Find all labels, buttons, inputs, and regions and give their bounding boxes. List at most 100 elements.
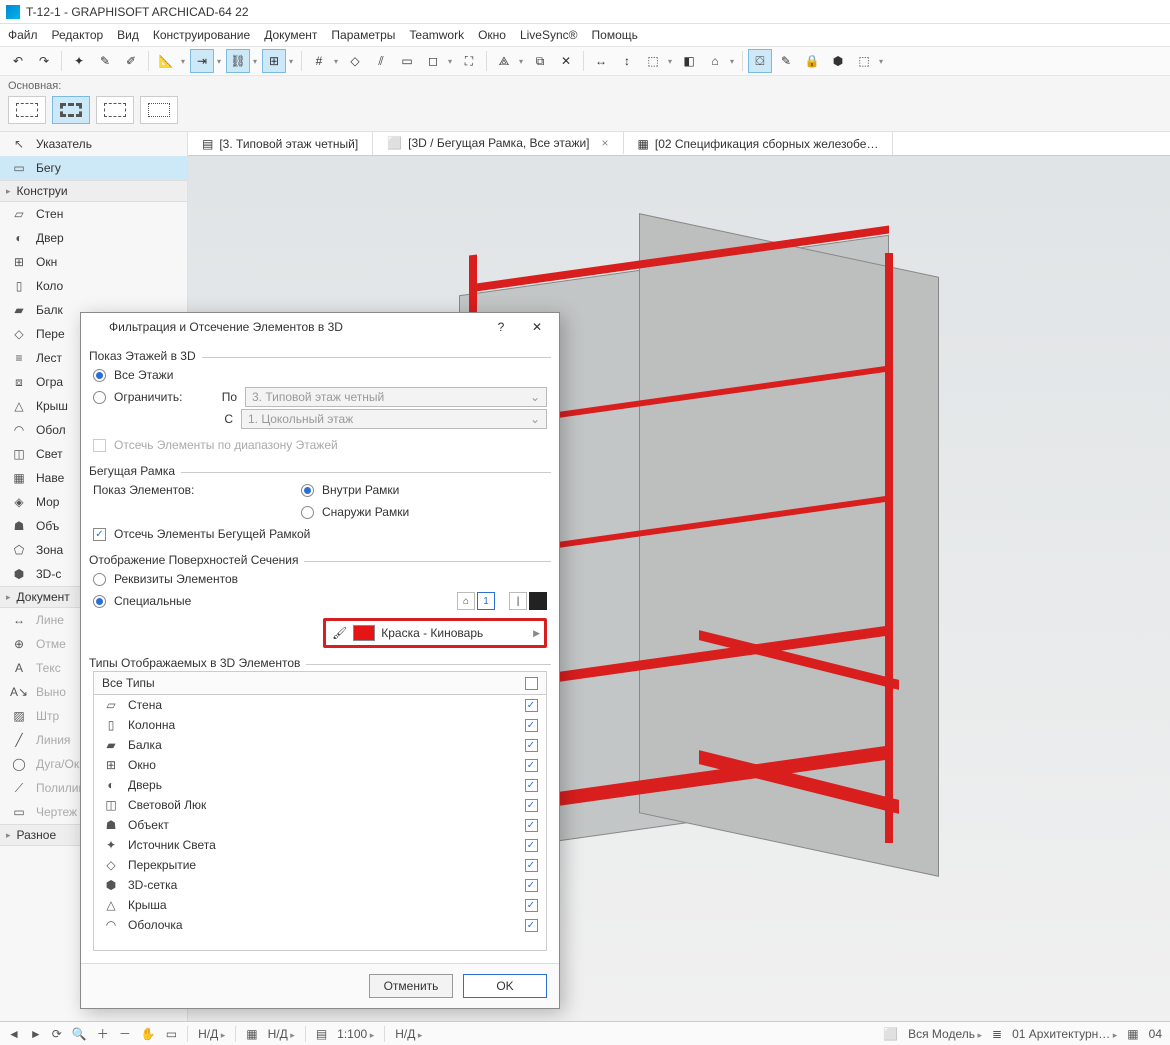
dropdown-icon[interactable]: ▾	[250, 49, 260, 73]
type-checkbox[interactable]	[525, 739, 538, 752]
tool-e[interactable]: ⛶	[457, 49, 481, 73]
tab-3d[interactable]: ⬜[3D / Бегущая Рамка, Все этажи]×	[373, 132, 623, 155]
type-checkbox[interactable]	[525, 799, 538, 812]
dropdown-icon[interactable]: ▾	[665, 49, 675, 73]
tool-n[interactable]: ⛋	[748, 49, 772, 73]
tab-schedule[interactable]: ▦[02 Спецификация сборных железобе…	[624, 132, 894, 155]
tool-arrow[interactable]: ↖Указатель	[0, 132, 187, 156]
tool-l[interactable]: ◧	[677, 49, 701, 73]
syringe-icon[interactable]: ✐	[119, 49, 143, 73]
tool-q[interactable]: ⬢	[826, 49, 850, 73]
zoom-in-icon[interactable]: ＋	[97, 1025, 109, 1042]
guideline-button[interactable]: ⇥	[190, 49, 214, 73]
all-types-checkbox[interactable]	[525, 677, 538, 690]
group-design[interactable]: Конструи	[0, 180, 187, 202]
story-to-select[interactable]: 3. Типовой этаж четный	[245, 387, 547, 407]
dropdown-icon[interactable]: ▾	[516, 49, 526, 73]
menu-options[interactable]: Параметры	[331, 28, 395, 42]
status-field-2[interactable]: Н/Д	[268, 1027, 295, 1041]
redo-button[interactable]: ↷	[32, 49, 56, 73]
tool-column[interactable]: ▯Коло	[0, 274, 187, 298]
menu-livesync[interactable]: LiveSync®	[520, 28, 578, 42]
surface-material-picker[interactable]: 🖌 Краска - Киноварь ▶	[323, 618, 547, 648]
close-button[interactable]: ✕	[523, 317, 551, 337]
tool-p[interactable]: 🔒	[800, 49, 824, 73]
status-model[interactable]: Вся Модель	[908, 1027, 982, 1041]
tool-d[interactable]: ◻	[421, 49, 445, 73]
type-checkbox[interactable]	[525, 719, 538, 732]
types-header[interactable]: Все Типы	[93, 671, 547, 695]
menu-window[interactable]: Окно	[478, 28, 506, 42]
menu-view[interactable]: Вид	[117, 28, 139, 42]
marquee-mode-thick[interactable]	[52, 96, 90, 124]
tool-g[interactable]: ⧉	[528, 49, 552, 73]
hand-icon[interactable]: ✋	[141, 1027, 156, 1041]
type-checkbox[interactable]	[525, 899, 538, 912]
type-checkbox[interactable]	[525, 919, 538, 932]
tool-j[interactable]: ↕	[615, 49, 639, 73]
type-checkbox[interactable]	[525, 839, 538, 852]
tool-m[interactable]: ⌂	[703, 49, 727, 73]
line-weight-icon[interactable]: |	[509, 592, 527, 610]
tool-c[interactable]: ▭	[395, 49, 419, 73]
marquee-mode-single[interactable]	[96, 96, 134, 124]
marquee-mode-flat[interactable]	[8, 96, 46, 124]
undo-button[interactable]: ↶	[6, 49, 30, 73]
dropdown-icon[interactable]: ▾	[214, 49, 224, 73]
dropdown-icon[interactable]: ▾	[331, 49, 341, 73]
zoom-fit-icon[interactable]: 🔍	[72, 1027, 87, 1041]
tool-i[interactable]: ↔	[589, 49, 613, 73]
tool-b[interactable]: ⫽	[369, 49, 393, 73]
types-list[interactable]: ▱Стена ▯Колонна ▰Балка ⊞Окно ◐Дверь ◫Све…	[93, 695, 547, 951]
status-layers[interactable]: 01 Архитектурн…	[1012, 1027, 1117, 1041]
radio-attrs[interactable]	[93, 573, 106, 586]
menu-help[interactable]: Помощь	[592, 28, 638, 42]
type-checkbox[interactable]	[525, 779, 538, 792]
tool-a[interactable]: ◇	[343, 49, 367, 73]
nav-right-icon[interactable]: ►	[30, 1027, 42, 1041]
ok-button[interactable]: OK	[463, 974, 547, 998]
tool-wall[interactable]: ▱Стен	[0, 202, 187, 226]
status-pen[interactable]: 04	[1149, 1027, 1162, 1041]
menu-document[interactable]: Документ	[264, 28, 317, 42]
line-color-icon[interactable]	[529, 592, 547, 610]
dropdown-icon[interactable]: ▾	[727, 49, 737, 73]
frame-icon[interactable]: ▭	[166, 1027, 177, 1041]
pick-button[interactable]: ✦	[67, 49, 91, 73]
radio-limit-stories[interactable]	[93, 391, 106, 404]
type-checkbox[interactable]	[525, 759, 538, 772]
zoom-out-icon[interactable]: －	[119, 1025, 131, 1042]
type-checkbox[interactable]	[525, 699, 538, 712]
status-field-1[interactable]: Н/Д	[198, 1027, 225, 1041]
refresh-icon[interactable]: ⟳	[52, 1027, 62, 1041]
menu-teamwork[interactable]: Teamwork	[409, 28, 464, 42]
type-checkbox[interactable]	[525, 879, 538, 892]
pen-number[interactable]: 1	[477, 592, 495, 610]
dropdown-icon[interactable]: ▾	[178, 49, 188, 73]
type-checkbox[interactable]	[525, 859, 538, 872]
nav-left-icon[interactable]: ◄	[8, 1027, 20, 1041]
tab-floorplan[interactable]: ▤[3. Типовой этаж четный]	[188, 132, 373, 155]
radio-outside[interactable]	[301, 506, 314, 519]
tool-k[interactable]: ⬚	[641, 49, 665, 73]
dropdown-icon[interactable]: ▾	[445, 49, 455, 73]
tool-door[interactable]: ◐Двер	[0, 226, 187, 250]
story-from-select[interactable]: 1. Цокольный этаж	[241, 409, 547, 429]
status-zoom[interactable]: Н/Д	[395, 1027, 422, 1041]
grid-button[interactable]: #	[307, 49, 331, 73]
snap-button[interactable]: ⛓	[226, 49, 250, 73]
menu-file[interactable]: Файл	[8, 28, 38, 42]
dropdown-icon[interactable]: ▾	[876, 49, 886, 73]
measure-button[interactable]: 📐	[154, 49, 178, 73]
tool-f[interactable]: ⟁	[492, 49, 516, 73]
help-button[interactable]: ?	[487, 317, 515, 337]
tool-h[interactable]: ✕	[554, 49, 578, 73]
type-checkbox[interactable]	[525, 819, 538, 832]
radio-special[interactable]	[93, 595, 106, 608]
tool-r[interactable]: ⬚	[852, 49, 876, 73]
menu-edit[interactable]: Редактор	[52, 28, 104, 42]
snap2-button[interactable]: ⊞	[262, 49, 286, 73]
dropdown-icon[interactable]: ▾	[286, 49, 296, 73]
cancel-button[interactable]: Отменить	[369, 974, 453, 998]
close-icon[interactable]: ×	[602, 136, 609, 150]
